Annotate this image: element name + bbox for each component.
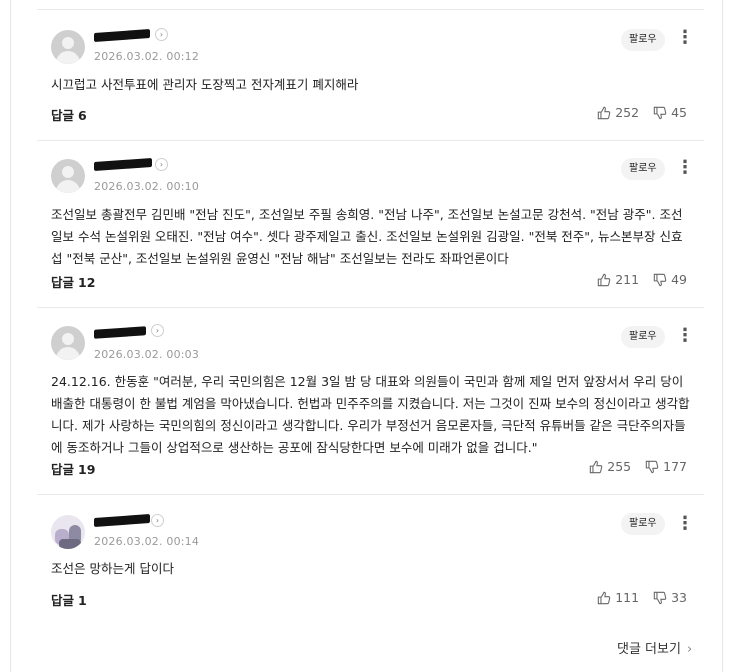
kebab-menu-icon[interactable]: ⋮	[676, 327, 694, 345]
kebab-menu-icon[interactable]: ⋮	[676, 29, 694, 47]
username-redacted[interactable]	[94, 29, 150, 42]
thumbs-up-icon	[590, 460, 603, 473]
avatar[interactable]	[51, 30, 85, 64]
comment-item: › 2026.03.02. 00:14 팔로우 ⋮ 조선은 망하는게 답이다 답…	[37, 494, 704, 622]
thumbs-down-icon	[653, 591, 667, 604]
dislike-button[interactable]: 33	[653, 590, 687, 605]
vote-group: 211 49	[597, 272, 687, 287]
comment-item: › 2026.03.02. 00:12 팔로우 ⋮ 시끄럽고 사전투표에 관리자…	[37, 9, 704, 134]
comment-item: › 2026.03.02. 00:10 팔로우 ⋮ 조선일보 총괄전무 김민배 …	[37, 140, 704, 307]
follow-button[interactable]: 팔로우	[621, 29, 665, 51]
replies-label: 답글	[51, 593, 75, 608]
username-redacted[interactable]	[94, 514, 150, 527]
chevron-right-icon[interactable]: ›	[155, 158, 168, 171]
comment-text: 시끄럽고 사전투표에 관리자 도장찍고 전자계표기 폐지해라	[51, 77, 359, 92]
like-count: 255	[607, 459, 632, 474]
chevron-right-icon[interactable]: ›	[155, 28, 168, 41]
like-button[interactable]: 111	[597, 590, 639, 605]
follow-button[interactable]: 팔로우	[621, 158, 665, 180]
like-count: 111	[615, 590, 640, 605]
like-button[interactable]: 255	[589, 459, 631, 474]
follow-button[interactable]: 팔로우	[621, 513, 665, 535]
vote-group: 111 33	[597, 590, 687, 605]
dislike-button[interactable]: 177	[645, 459, 687, 474]
thumbs-down-icon	[645, 460, 659, 473]
avatar[interactable]	[51, 159, 85, 193]
replies-button[interactable]: 답글 1	[51, 590, 87, 609]
comment-date: 2026.03.02. 00:10	[94, 180, 200, 193]
replies-count: 12	[78, 275, 96, 290]
comment-date: 2026.03.02. 00:03	[94, 348, 200, 361]
replies-button[interactable]: 답글 12	[51, 272, 95, 291]
left-border	[10, 0, 11, 672]
avatar[interactable]	[51, 326, 85, 360]
username-redacted[interactable]	[94, 157, 152, 172]
chevron-right-icon[interactable]: ›	[151, 324, 164, 337]
comment-date: 2026.03.02. 00:12	[94, 50, 200, 63]
comment-text: 24.12.16. 한동훈 "여러분, 우리 국민의힘은 12월 3일 밤 당 …	[51, 374, 690, 455]
thumbs-down-icon	[653, 106, 667, 119]
like-button[interactable]: 211	[597, 272, 639, 287]
replies-label: 답글	[51, 462, 75, 477]
chevron-right-icon: ›	[686, 642, 693, 657]
dislike-count: 177	[663, 459, 687, 474]
replies-button[interactable]: 답글 19	[51, 459, 95, 478]
comment-date: 2026.03.02. 00:14	[94, 535, 200, 548]
thumbs-up-icon	[598, 273, 611, 286]
dislike-count: 33	[671, 590, 687, 605]
follow-button[interactable]: 팔로우	[621, 326, 665, 348]
replies-label: 답글	[51, 108, 75, 123]
replies-label: 답글	[51, 275, 75, 290]
like-count: 252	[615, 105, 640, 120]
dislike-count: 49	[671, 272, 687, 287]
like-count: 211	[615, 272, 640, 287]
more-comments-label: 댓글 더보기	[617, 642, 681, 657]
avatar[interactable]	[51, 515, 85, 549]
chevron-right-icon[interactable]: ›	[151, 514, 164, 527]
like-button[interactable]: 252	[597, 105, 639, 120]
vote-group: 255 177	[589, 459, 687, 474]
thumbs-up-icon	[598, 106, 611, 119]
dislike-button[interactable]: 49	[653, 272, 687, 287]
vote-group: 252 45	[597, 105, 687, 120]
replies-count: 19	[78, 462, 96, 477]
comment-item: › 2026.03.02. 00:03 팔로우 ⋮ 24.12.16. 한동훈 …	[37, 307, 704, 494]
more-comments-button[interactable]: 댓글 더보기 ›	[617, 638, 692, 657]
thumbs-up-icon	[598, 591, 611, 604]
replies-count: 6	[78, 108, 87, 123]
right-border	[722, 0, 723, 672]
comment-text: 조선은 망하는게 답이다	[51, 561, 174, 576]
comment-text: 조선일보 총괄전무 김민배 "전남 진도", 조선일보 주필 송희영. "전남 …	[51, 207, 683, 266]
kebab-menu-icon[interactable]: ⋮	[676, 515, 694, 533]
comments-panel: › 2026.03.02. 00:12 팔로우 ⋮ 시끄럽고 사전투표에 관리자…	[0, 0, 741, 672]
replies-button[interactable]: 답글 6	[51, 105, 87, 124]
dislike-button[interactable]: 45	[653, 105, 687, 120]
replies-count: 1	[78, 593, 87, 608]
thumbs-down-icon	[653, 273, 667, 286]
username-redacted[interactable]	[94, 326, 146, 339]
kebab-menu-icon[interactable]: ⋮	[676, 159, 694, 177]
dislike-count: 45	[671, 105, 687, 120]
